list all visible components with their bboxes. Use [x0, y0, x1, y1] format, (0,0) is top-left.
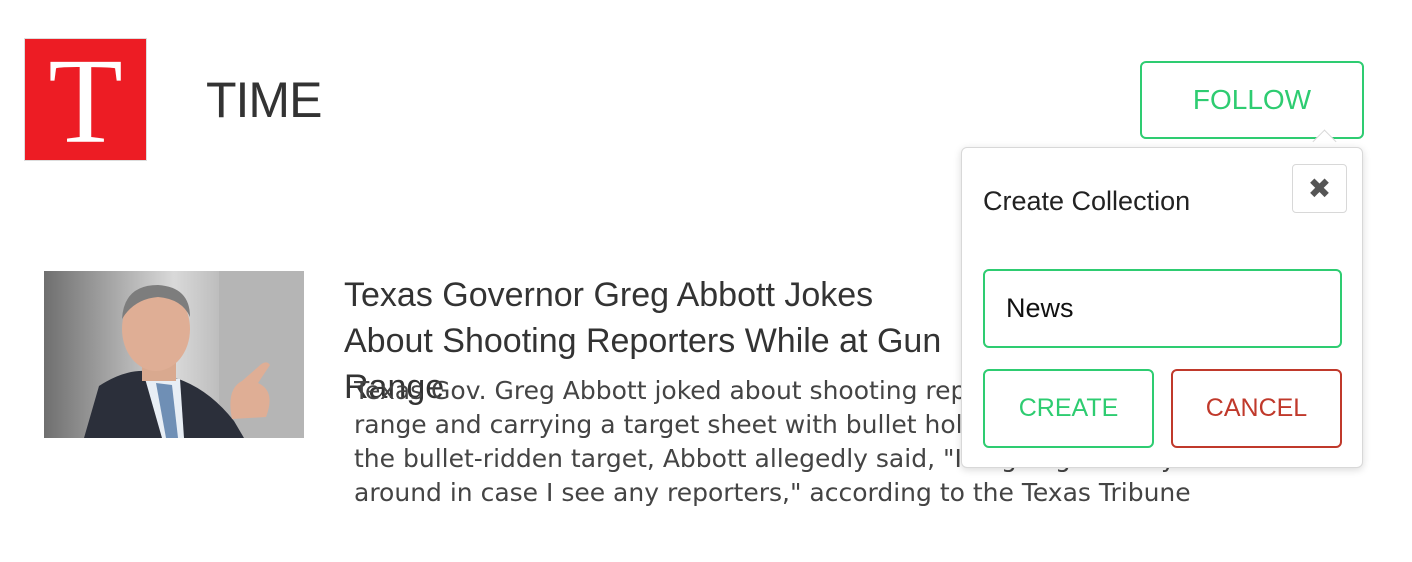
article-photo — [44, 271, 304, 438]
publisher-name: TIME — [206, 72, 322, 128]
popover-title: Create Collection — [983, 186, 1191, 216]
close-icon: ✖ — [1307, 173, 1332, 204]
follow-button[interactable]: FOLLOW — [1140, 61, 1364, 139]
create-button[interactable]: CREATE — [983, 369, 1154, 448]
close-button[interactable]: ✖ — [1292, 164, 1347, 213]
publisher-logo: T — [25, 33, 146, 169]
collection-name-input[interactable] — [983, 269, 1342, 348]
publisher-logo-letter: T — [48, 33, 123, 169]
article-thumbnail[interactable] — [44, 271, 304, 438]
cancel-button[interactable]: CANCEL — [1171, 369, 1342, 448]
create-collection-popover: Create Collection ✖ CREATE CANCEL — [961, 147, 1363, 468]
